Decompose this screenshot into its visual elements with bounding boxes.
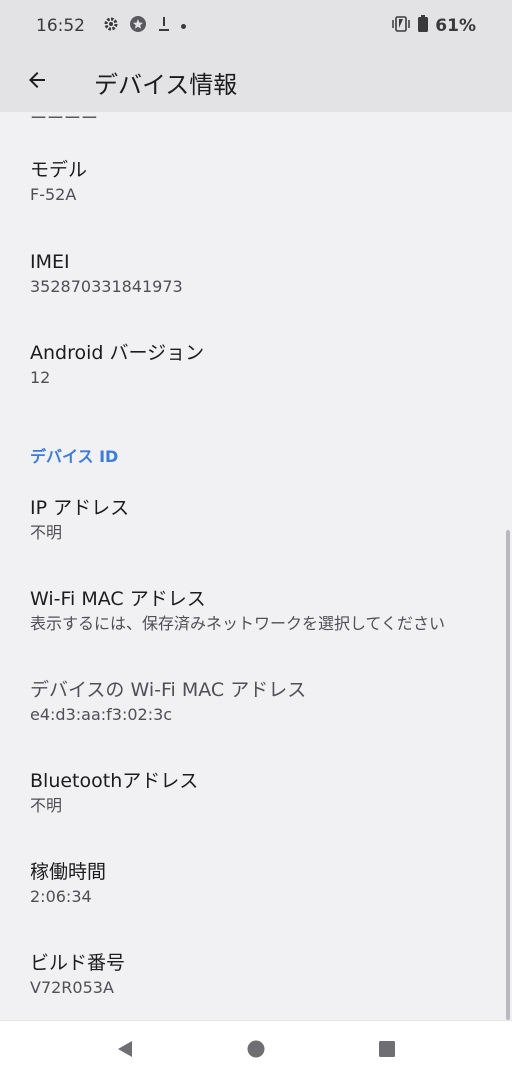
arrow-back-icon bbox=[25, 68, 49, 96]
item-title: IMEI bbox=[30, 251, 70, 273]
item-title: Bluetoothアドレス bbox=[30, 770, 199, 792]
nav-recents-button[interactable] bbox=[367, 1031, 407, 1071]
gear-icon bbox=[103, 16, 119, 37]
item-summary: F-52A bbox=[30, 185, 77, 204]
scrollbar[interactable] bbox=[506, 530, 510, 1020]
status-right: 61% bbox=[391, 14, 476, 38]
page-title: デバイス情報 bbox=[94, 70, 238, 99]
partial-list-item: ーーーー bbox=[30, 112, 98, 129]
item-summary: 2:06:34 bbox=[30, 887, 92, 906]
back-triangle-icon bbox=[115, 1039, 135, 1063]
download-icon bbox=[157, 15, 171, 38]
nav-home-button[interactable] bbox=[236, 1031, 276, 1071]
item-summary: e4:d3:aa:f3:02:3c bbox=[30, 705, 173, 724]
list-item-wifi-mac[interactable]: Wi-Fi MAC アドレス 表示するには、保存済みネットワークを選択してくださ… bbox=[30, 587, 492, 635]
settings-list[interactable]: ーーーー モデル F-52A IMEI 352870331841973 Andr… bbox=[0, 112, 512, 1020]
battery-percent: 61% bbox=[435, 16, 476, 36]
list-item-build-number[interactable]: ビルド番号 V72R053A bbox=[30, 951, 492, 999]
item-summary: 表示するには、保存済みネットワークを選択してください bbox=[30, 614, 446, 633]
item-summary: 不明 bbox=[30, 796, 63, 815]
list-item-android-version[interactable]: Android バージョン 12 bbox=[30, 341, 492, 389]
item-title: Wi-Fi MAC アドレス bbox=[30, 588, 206, 610]
item-title: IP アドレス bbox=[30, 497, 130, 519]
item-summary: 12 bbox=[30, 368, 51, 387]
section-header-device-id: デバイス ID bbox=[30, 447, 119, 466]
app-bar: デバイス情報 bbox=[0, 52, 512, 112]
navigation-bar bbox=[0, 1020, 512, 1080]
status-left: 16:52 bbox=[36, 15, 186, 38]
battery-icon bbox=[417, 14, 429, 38]
item-title: デバイスの Wi-Fi MAC アドレス bbox=[30, 679, 307, 701]
list-item-ip-address[interactable]: IP アドレス 不明 bbox=[30, 496, 492, 544]
list-item-device-wifi-mac: デバイスの Wi-Fi MAC アドレス e4:d3:aa:f3:02:3c bbox=[30, 678, 492, 726]
nav-back-button[interactable] bbox=[105, 1031, 145, 1071]
item-summary: V72R053A bbox=[30, 978, 114, 997]
star-badge-icon bbox=[129, 15, 147, 38]
status-time: 16:52 bbox=[36, 16, 85, 36]
vibrate-icon bbox=[391, 15, 411, 38]
status-bar: 16:52 61% bbox=[0, 0, 512, 52]
back-button[interactable] bbox=[22, 67, 52, 97]
settings-screen: 16:52 61% デバイス情報 ーーーー モデル F-52A IMEI 352… bbox=[0, 0, 512, 1080]
item-title: ビルド番号 bbox=[30, 952, 126, 974]
item-summary: 352870331841973 bbox=[30, 277, 183, 296]
list-item-model[interactable]: モデル F-52A bbox=[30, 158, 492, 206]
dot-icon bbox=[181, 23, 186, 29]
recents-square-icon bbox=[377, 1039, 397, 1063]
item-title: 稼働時間 bbox=[30, 861, 107, 883]
item-summary: 不明 bbox=[30, 523, 63, 542]
list-item-uptime[interactable]: 稼働時間 2:06:34 bbox=[30, 860, 492, 908]
item-title: Android バージョン bbox=[30, 342, 205, 364]
list-item-imei[interactable]: IMEI 352870331841973 bbox=[30, 250, 492, 298]
home-circle-icon bbox=[246, 1039, 266, 1063]
list-item-bluetooth-address[interactable]: Bluetoothアドレス 不明 bbox=[30, 769, 492, 817]
item-title: モデル bbox=[30, 159, 88, 181]
